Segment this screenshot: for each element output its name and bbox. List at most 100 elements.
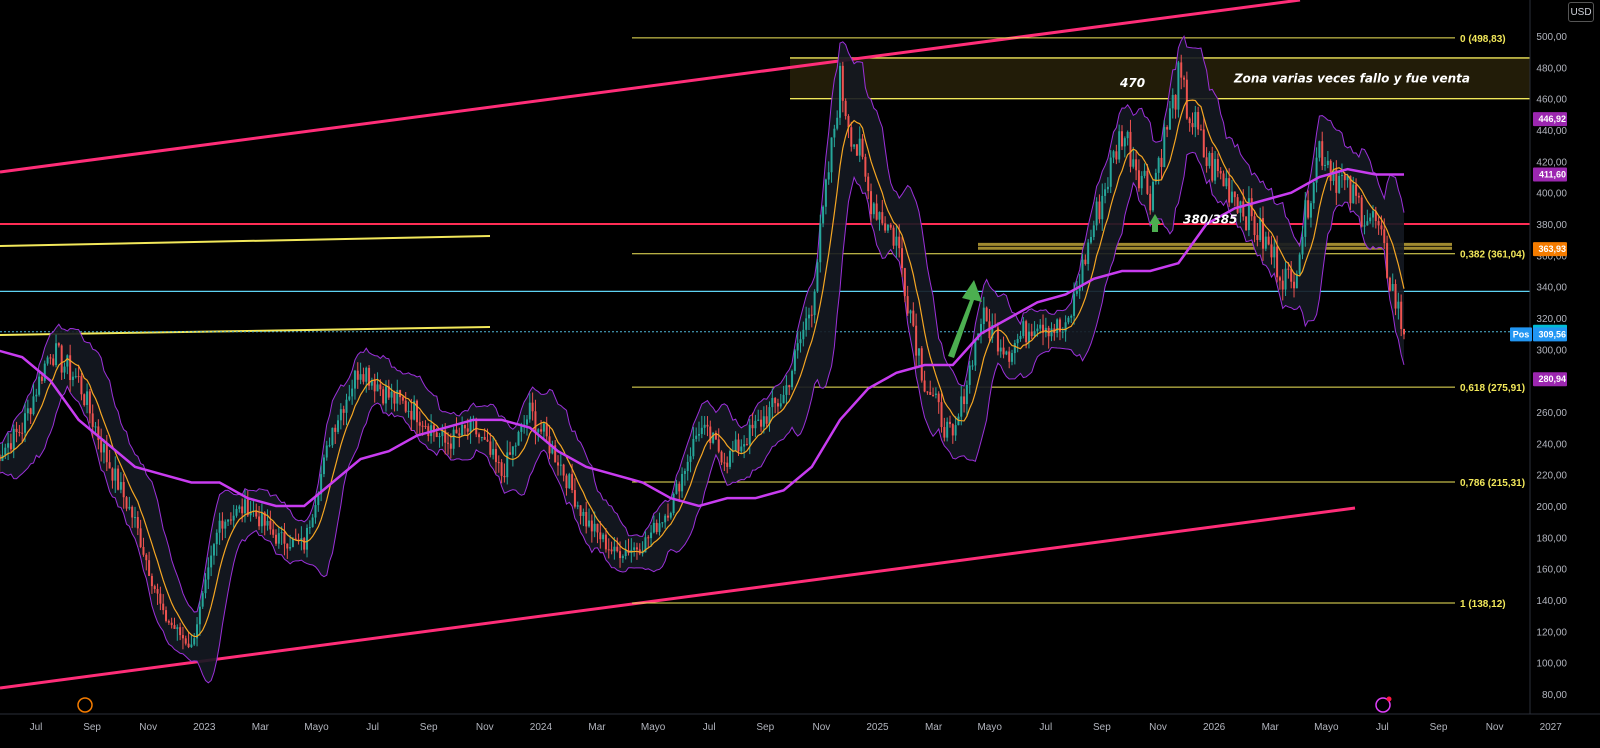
x-tick-label: Jul [1039,722,1052,733]
candle-body [1391,283,1394,291]
y-tick-label: 320,00 [1536,314,1567,325]
candle-body [810,314,813,316]
candle-body [235,508,238,516]
candle-body [396,390,399,404]
candle-body [940,402,943,428]
candle-body [1056,319,1059,334]
candle-body [861,138,864,157]
candle-body [1256,235,1259,241]
candle-body [903,268,906,297]
candle-body [915,325,918,356]
candle-body [1166,127,1169,130]
candle-body [1366,221,1369,226]
currency-button[interactable]: USD [1568,2,1594,22]
candle-body [74,376,77,378]
candle-body [1101,195,1104,220]
candle-body [531,402,534,412]
candle-body [187,643,190,648]
candle-body [537,429,540,433]
candle-body [929,392,932,395]
candle-body [1386,243,1389,278]
candle-body [776,403,779,407]
candle-body [717,439,720,452]
candle-body [345,399,348,413]
x-tick-label: Sep [83,722,101,733]
candle-body [678,483,681,492]
candle-body [1360,197,1363,227]
candle-body [1106,186,1109,190]
candle-body [813,291,816,316]
candle-body [1357,195,1360,198]
candle-body [839,65,841,118]
candle-body [557,462,559,466]
fib-level-label: 1 (138,12) [1460,599,1506,610]
candle-body [1230,191,1233,203]
candle-body [1092,225,1095,237]
candle-body [658,523,661,533]
candle-body [793,350,796,371]
candle-body [258,516,261,527]
candle-body [881,212,884,224]
candle-body [1273,246,1276,258]
candle-body [624,550,627,557]
candle-body [540,429,543,432]
candle-body [1307,200,1310,218]
candle-body [1011,353,1014,362]
candle-body [269,520,272,530]
candle-body [190,644,193,648]
candle-body [1205,157,1208,166]
candle-body [1267,236,1270,245]
candle-body [884,223,887,231]
candle-body [664,515,667,523]
candle-body [1397,301,1400,309]
candle-body [681,473,684,492]
candle-body [1115,151,1118,160]
candle-body [212,544,215,556]
candle-body [494,449,497,463]
price-chart[interactable]: Zona varias veces fallo y fue venta 0 (4… [0,0,1600,748]
candle-body [435,432,438,437]
candle-body [1183,77,1186,80]
candle-body [229,519,232,521]
candle-body [466,428,469,432]
candle-body [241,506,244,514]
candle-body [181,635,184,639]
price-tag-label: 411,60 [1539,169,1566,179]
candle-body [1228,178,1231,203]
candle-body [131,506,134,518]
candle-body [88,391,91,414]
candle-body [128,506,131,509]
x-tick-label: Jul [366,722,379,733]
candle-body [1149,193,1152,211]
candle-body [824,179,827,207]
candle-body [449,443,452,449]
candle-body [410,410,413,420]
candle-body [1276,246,1279,278]
candle-body [1355,184,1358,196]
x-tick-label: Nov [139,722,157,733]
candle-body [1340,174,1343,176]
candle-body [844,100,847,117]
candle-body [1039,324,1042,329]
candle-body [1281,280,1284,290]
candle-body [706,424,709,427]
candle-body [1022,321,1025,337]
candle-body [616,546,619,552]
x-tick-label: Sep [756,722,774,733]
candle-body [889,224,892,228]
candle-body [528,402,531,420]
y-tick-label: 460,00 [1536,95,1567,106]
candle-body [934,393,937,395]
candle-body [619,551,622,559]
candle-body [80,376,83,395]
candle-body [607,549,610,551]
candle-body [1194,112,1197,128]
candle-body [1027,331,1030,343]
fib-level-label: 0,786 (215,31) [1460,478,1525,489]
candle-body [571,474,574,491]
candle-body [18,432,21,434]
candle-body [1233,191,1236,198]
candle-body [1403,328,1405,335]
candle-body [709,426,712,443]
candle-body [463,424,466,429]
